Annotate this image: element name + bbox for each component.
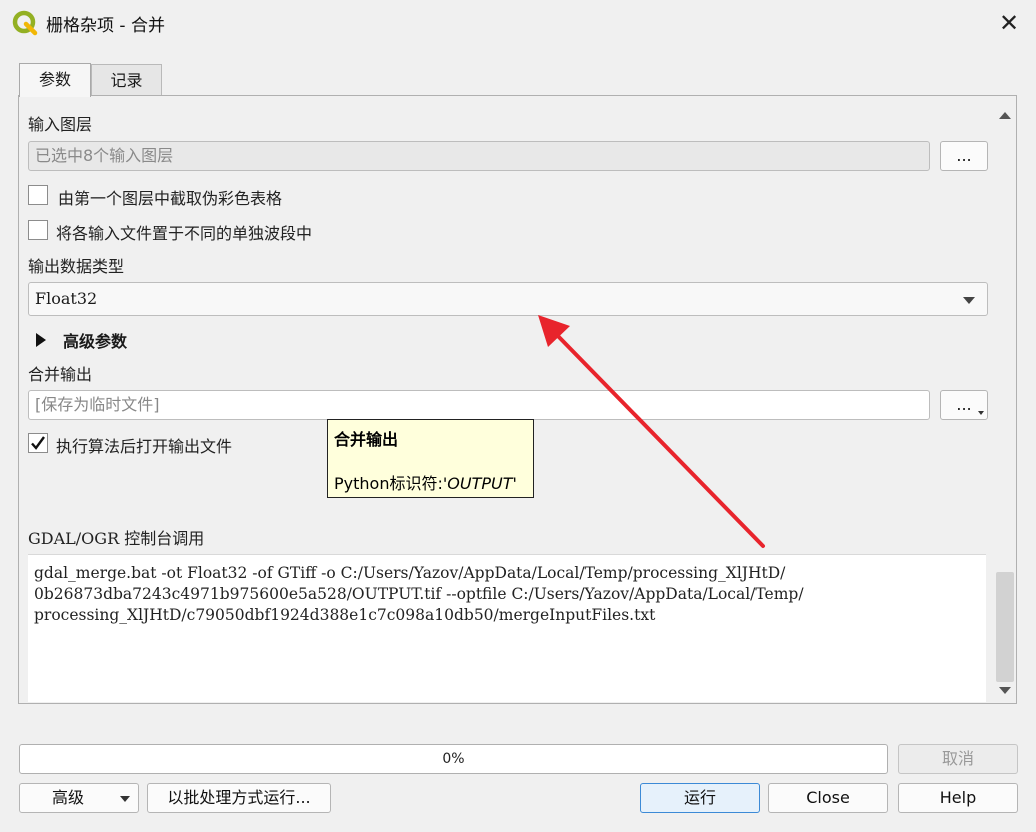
scroll-down-icon[interactable] [999,687,1011,694]
chevron-down-icon [120,796,130,802]
console-line: gdal_merge.bat -ot Float32 -of GTiff -o … [34,564,786,582]
output-label: 合并输出 [28,365,93,384]
separate-bands-checkbox[interactable] [28,220,48,240]
tooltip: 合并输出 Python标识符:'OUTPUT' [327,419,534,498]
output-browse-label: ... [956,395,972,414]
small-chevron-down-icon [978,411,984,415]
data-type-select[interactable]: Float32 [28,282,988,316]
advanced-params-label: 高级参数 [63,332,128,351]
data-type-label: 输出数据类型 [28,257,125,276]
data-type-value: Float32 [35,289,98,308]
run-button[interactable]: 运行 [640,783,760,813]
progress-bar: 0% [19,744,888,774]
advanced-button-label: 高级 [52,788,85,807]
pct-checkbox-label: 由第一个图层中截取伪彩色表格 [58,189,283,208]
tooltip-identifier: Python标识符:'OUTPUT' [334,470,517,494]
chevron-down-icon [963,297,975,304]
tab-log[interactable]: 记录 [91,64,162,96]
tooltip-identifier-value: 'OUTPUT' [442,474,517,493]
separate-bands-label: 将各输入文件置于不同的单独波段中 [56,224,313,243]
triangle-right-icon [36,333,46,347]
advanced-menu-button[interactable]: 高级 [19,783,139,813]
progress-text: 0% [442,751,465,767]
tooltip-identifier-prefix: Python标识符: [334,474,443,493]
gdal-console-textarea[interactable]: gdal_merge.bat -ot Float32 -of GTiff -o … [28,554,986,702]
close-window-button[interactable]: ✕ [996,11,1022,37]
cancel-button[interactable]: 取消 [898,744,1018,774]
console-line: 0b26873dba7243c4971b975600e5a528/OUTPUT.… [34,585,804,603]
input-layers-label: 输入图层 [28,115,93,134]
checkmark-icon [31,436,45,450]
input-layers-browse-button[interactable]: ... [940,141,988,171]
scroll-thumb[interactable] [996,572,1014,682]
pct-checkbox[interactable] [28,185,48,205]
scroll-up-icon[interactable] [999,112,1011,119]
run-as-batch-button[interactable]: 以批处理方式运行... [147,783,331,813]
parameters-panel: 输入图层 已选中8个输入图层 ... 由第一个图层中截取伪彩色表格 将各输入文件… [20,106,994,702]
window-title: 栅格杂项 - 合并 [46,16,165,36]
advanced-params-toggle[interactable]: 高级参数 [34,328,194,352]
tab-parameters[interactable]: 参数 [19,63,91,97]
title-bar: 栅格杂项 - 合并 ✕ [0,0,1036,46]
help-button[interactable]: Help [898,783,1018,813]
console-call-label: GDAL/OGR 控制台调用 [28,529,205,548]
tooltip-title: 合并输出 [334,430,399,449]
input-layers-field[interactable]: 已选中8个输入图层 [28,141,930,171]
close-button[interactable]: Close [768,783,888,813]
output-browse-button[interactable]: ... [940,390,988,420]
qgis-logo-icon [12,10,38,36]
vertical-scrollbar[interactable] [994,106,1016,702]
output-file-field[interactable]: [保存为临时文件] [28,390,930,420]
open-output-label: 执行算法后打开输出文件 [56,437,233,456]
console-line: processing_XlJHtD/c79050dbf1924d388e1c7c… [34,606,656,624]
open-output-checkbox[interactable] [28,433,48,453]
